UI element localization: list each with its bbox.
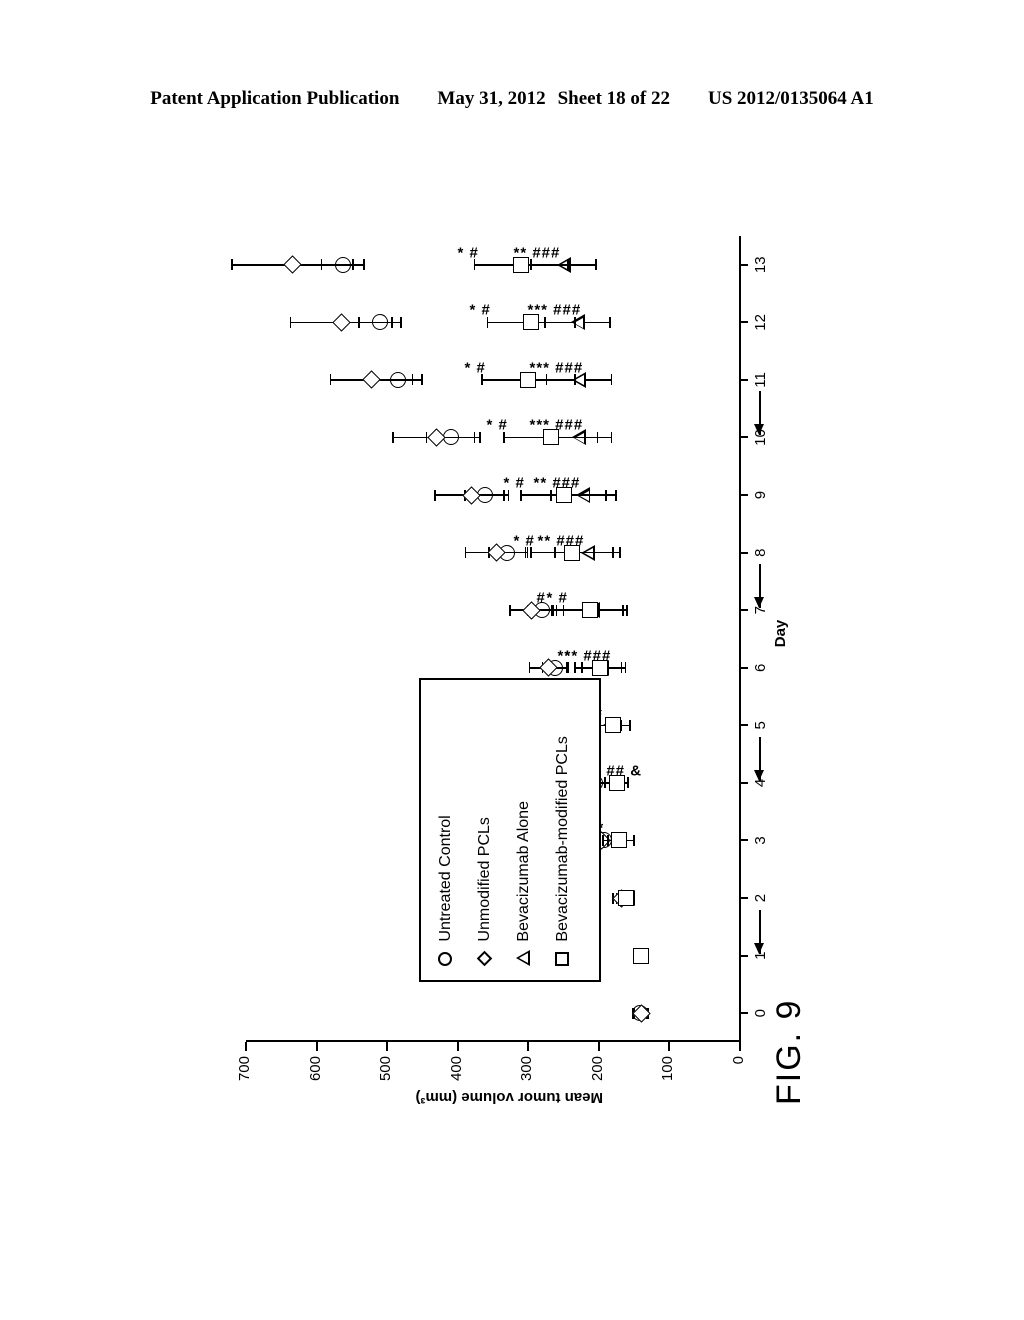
square-marker [604,717,621,734]
legend-item-circle: Untreated Control [436,815,455,966]
error-bar-cap [574,374,576,386]
square-marker [610,832,627,849]
error-bar-cap [626,604,628,616]
error-bar-cap [552,604,555,616]
significance-annotation: * # [469,301,492,319]
error-bar-cap [574,662,576,674]
legend-triangle-glyph [515,949,530,966]
rotated-plot-wrapper: 0 100 200 300 400 500 600 700 Mean tumor volume … [231,220,792,1106]
significance-annotation: ** [557,647,572,665]
legend-item-label: Bevacizumab Alone [514,801,532,942]
square-marker [554,948,571,966]
square-marker [520,371,537,388]
square-marker [555,487,572,504]
triangle-marker [515,948,532,966]
legend-item-label: Bevacizumab-modified PCLs [553,736,571,942]
significance-annotation: * # [457,244,479,262]
error-bar-cap [626,777,629,789]
error-bar-cap [624,662,627,674]
legend-circle-glyph [437,951,452,966]
error-bar-cap [633,835,635,846]
square-marker [582,602,599,619]
square-marker [523,314,540,331]
circle-marker [437,948,454,966]
legend-item-label: Untreated Control [436,815,454,942]
plot-canvas: 0 100 200 300 400 500 600 700 Mean tumor volume … [231,220,792,1106]
legend-item-triangle: Bevacizumab Alone [515,801,533,966]
legend-triangle-fill [519,953,529,964]
legend: Untreated Control Unmodified PCLs Bevacizu… [418,677,601,982]
error-bar-cap [574,316,576,328]
figure-label: FIG. 9 [770,998,808,1105]
error-bar-cap [567,259,569,271]
significance-annotation: * # [486,417,509,434]
figure-9: 0 100 200 300 400 500 600 700 Mean tumor volume … [0,0,1024,1320]
square-marker [617,890,634,907]
error-bar-cap [486,316,489,328]
error-bar-cap [596,432,599,443]
legend-item-diamond: Unmodified PCLs [476,817,494,966]
square-marker [633,947,650,964]
square-marker [542,429,559,446]
error-bar-cap [503,432,506,443]
significance-annotation: * # [513,532,535,550]
legend-square-glyph [554,951,569,966]
square-marker [564,544,581,561]
square-marker [608,774,625,791]
legend-diamond-glyph [476,950,493,966]
error-bar-cap [612,547,614,559]
significance-annotation: # [536,589,546,607]
error-bar-cap [629,719,631,731]
square-marker [513,256,530,273]
square-marker [592,659,609,676]
significance-annotation: * # [464,359,486,377]
error-bar-cap [602,835,604,846]
diamond-marker [476,948,493,966]
legend-item-label: Unmodified PCLs [475,817,493,942]
error-bar-cap [604,777,606,789]
error-bar-cap [605,489,607,501]
legend-item-square: Bevacizumab-modified PCLs [553,736,572,966]
significance-annotation: * # [503,474,526,492]
